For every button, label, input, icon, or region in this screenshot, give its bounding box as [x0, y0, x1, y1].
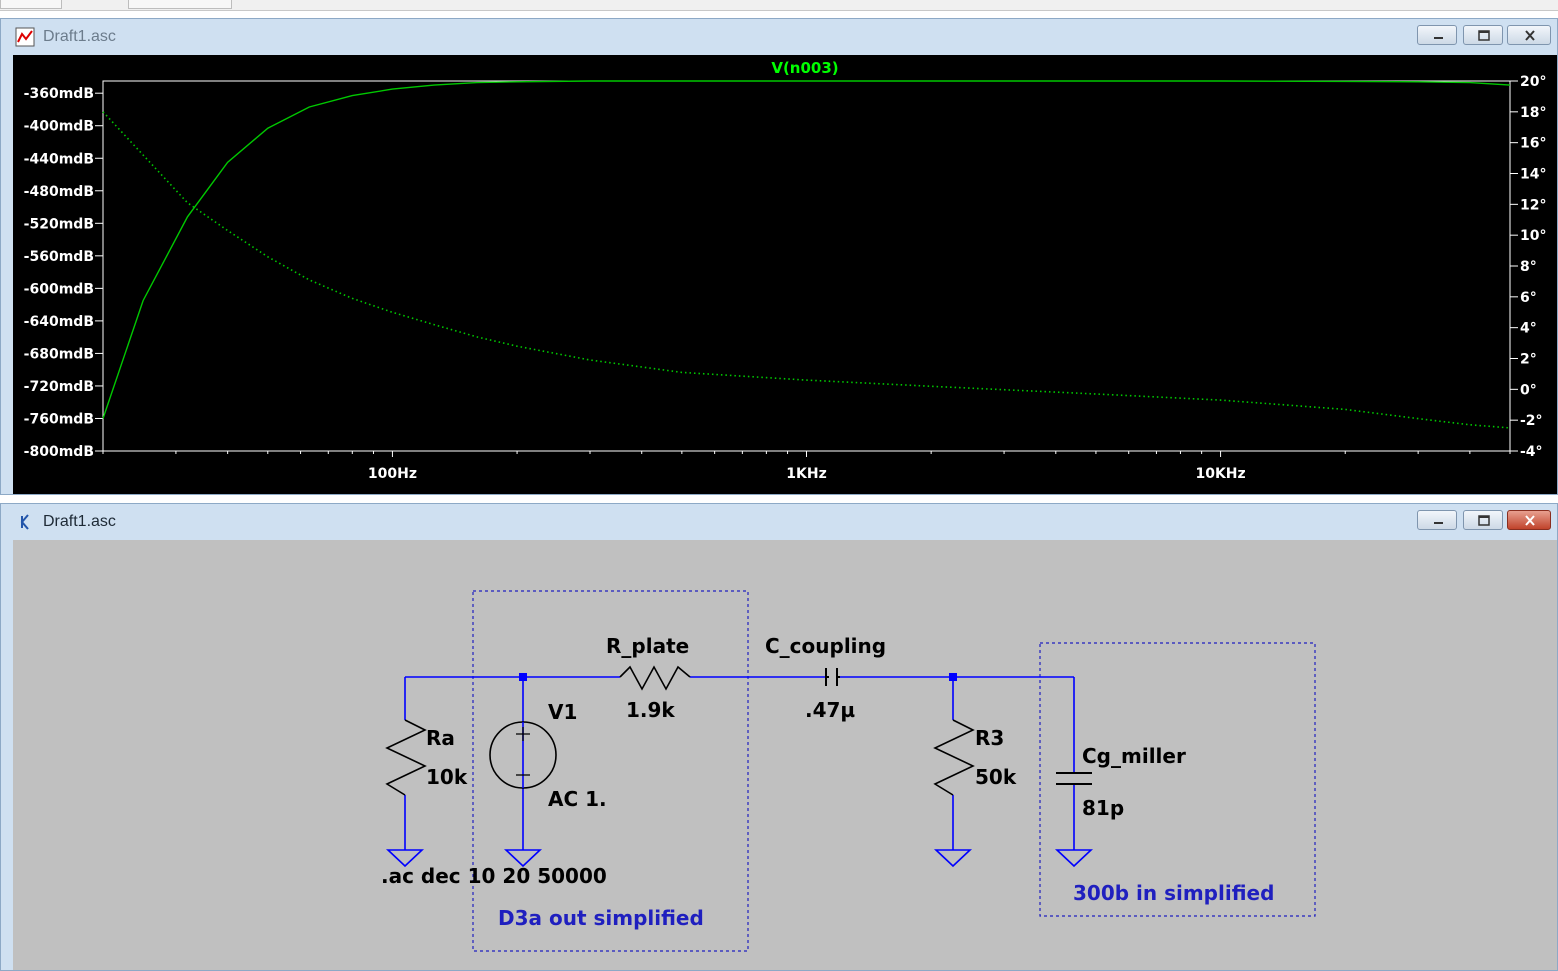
- plot-pane[interactable]: V(n003) -360mdB -400mdB -440mdB -480mdB -520…: [13, 55, 1557, 494]
- bode-plot[interactable]: V(n003) -360mdB -400mdB -440mdB -480mdB -520…: [13, 55, 1557, 494]
- y-tick-label: -760mdB: [24, 411, 94, 427]
- tab-schematic[interactable]: [128, 0, 232, 9]
- y2-tick-label: 0°: [1520, 382, 1537, 398]
- resistor-r3[interactable]: [933, 719, 975, 796]
- schematic-canvas[interactable]: Ra 10k V1 AC 1. R_plate 1.9k C_coupling …: [13, 540, 1557, 970]
- y-tick-label: -360mdB: [24, 86, 94, 102]
- v1-value[interactable]: AC 1.: [548, 787, 607, 811]
- y-tick-label: -680mdB: [24, 346, 94, 362]
- y2-tick-label: -2°: [1520, 413, 1543, 429]
- schematic-window: Draft1.asc Ra 10k V1 AC 1. R_plate 1.9k …: [0, 503, 1558, 971]
- y-tick-label: -480mdB: [24, 184, 94, 200]
- close-button[interactable]: [1507, 510, 1551, 530]
- ground-symbol[interactable]: [1054, 849, 1094, 868]
- minimize-icon: [1434, 37, 1443, 39]
- y2-tick-label: 8°: [1520, 259, 1537, 275]
- tab-plot[interactable]: [0, 0, 62, 9]
- r-plate-value[interactable]: 1.9k: [626, 698, 675, 722]
- y2-tick-label: 18°: [1520, 105, 1546, 121]
- close-icon: [1525, 30, 1535, 41]
- y2-tick-label: 16°: [1520, 136, 1546, 152]
- trace-label-v-n003[interactable]: V(n003): [771, 59, 838, 77]
- y-tick-label: -800mdB: [24, 444, 94, 460]
- schematic-drawing[interactable]: Ra 10k V1 AC 1. R_plate 1.9k C_coupling …: [13, 540, 1557, 970]
- waveform-icon: [15, 27, 35, 47]
- restore-button[interactable]: [1463, 25, 1503, 45]
- y2-tick-label: 6°: [1520, 290, 1537, 306]
- y2-tick-label: -4°: [1520, 444, 1543, 460]
- junction-dot: [519, 673, 527, 681]
- r3-name[interactable]: R3: [975, 726, 1004, 750]
- x-tick-label: 1KHz: [786, 466, 826, 482]
- c-coupling-value[interactable]: .47µ: [805, 698, 855, 722]
- y2-tick-label: 2°: [1520, 352, 1537, 368]
- x-tick-label: 100Hz: [368, 466, 417, 482]
- ra-name[interactable]: Ra: [426, 726, 455, 750]
- y-tick-label: -520mdB: [24, 216, 94, 232]
- schematic-icon: [20, 514, 29, 530]
- restore-icon: [1478, 30, 1490, 41]
- ra-value[interactable]: 10k: [426, 765, 468, 789]
- y2-tick-label: 14°: [1520, 167, 1546, 183]
- cg-miller-value[interactable]: 81p: [1082, 796, 1124, 820]
- y-tick-label: -600mdB: [24, 281, 94, 297]
- y-tick-label: -440mdB: [24, 151, 94, 167]
- b300-comment[interactable]: 300b in simplified: [1073, 881, 1274, 905]
- v1-name[interactable]: V1: [548, 700, 577, 724]
- plot-frame: [102, 80, 1511, 452]
- capacitor-cg-miller[interactable]: [1056, 772, 1092, 785]
- c-coupling-name[interactable]: C_coupling: [765, 634, 886, 658]
- plot-window: Draft1.asc V(n003) -360mdB -400mdB -440mdB…: [0, 18, 1558, 495]
- r-plate-name[interactable]: R_plate: [606, 634, 689, 658]
- b300-group-box: [1039, 642, 1316, 917]
- y-tick-label: -560mdB: [24, 249, 94, 265]
- ground-symbol[interactable]: [933, 849, 973, 868]
- y-tick-label: -640mdB: [24, 314, 94, 330]
- minimize-button[interactable]: [1417, 510, 1457, 530]
- restore-icon: [1478, 515, 1490, 526]
- minimize-button[interactable]: [1417, 25, 1457, 45]
- voltage-source-v1[interactable]: [489, 721, 557, 789]
- mdi-tab-strip: [0, 0, 1558, 11]
- close-icon: [1525, 515, 1535, 526]
- trace-magnitude[interactable]: [102, 80, 1511, 419]
- x-tick-label: 10KHz: [1195, 466, 1245, 482]
- cg-miller-name[interactable]: Cg_miller: [1082, 744, 1186, 768]
- spice-directive[interactable]: .ac dec 10 20 50000: [381, 864, 607, 888]
- d3a-comment[interactable]: D3a out simplified: [498, 906, 704, 930]
- plot-window-titlebar[interactable]: Draft1.asc: [1, 19, 1557, 55]
- close-button[interactable]: [1507, 25, 1551, 45]
- r3-value[interactable]: 50k: [975, 765, 1017, 789]
- capacitor-c-coupling[interactable]: [825, 668, 840, 686]
- y2-tick-label: 12°: [1520, 197, 1546, 213]
- minimize-icon: [1434, 522, 1443, 524]
- y-tick-label: -400mdB: [24, 119, 94, 135]
- schematic-window-titlebar[interactable]: Draft1.asc: [1, 504, 1557, 540]
- plot-window-title: Draft1.asc: [43, 28, 116, 45]
- y-tick-label: -720mdB: [24, 379, 94, 395]
- y2-tick-label: 10°: [1520, 228, 1546, 244]
- trace-phase[interactable]: [102, 111, 1511, 429]
- junction-dot: [949, 673, 957, 681]
- resistor-ra[interactable]: [385, 719, 427, 796]
- wires[interactable]: [404, 676, 1075, 850]
- y2-tick-label: 4°: [1520, 321, 1537, 337]
- resistor-r-plate[interactable]: [619, 665, 691, 691]
- restore-button[interactable]: [1463, 510, 1503, 530]
- y2-tick-label: 20°: [1520, 74, 1546, 90]
- schematic-window-title: Draft1.asc: [43, 513, 116, 530]
